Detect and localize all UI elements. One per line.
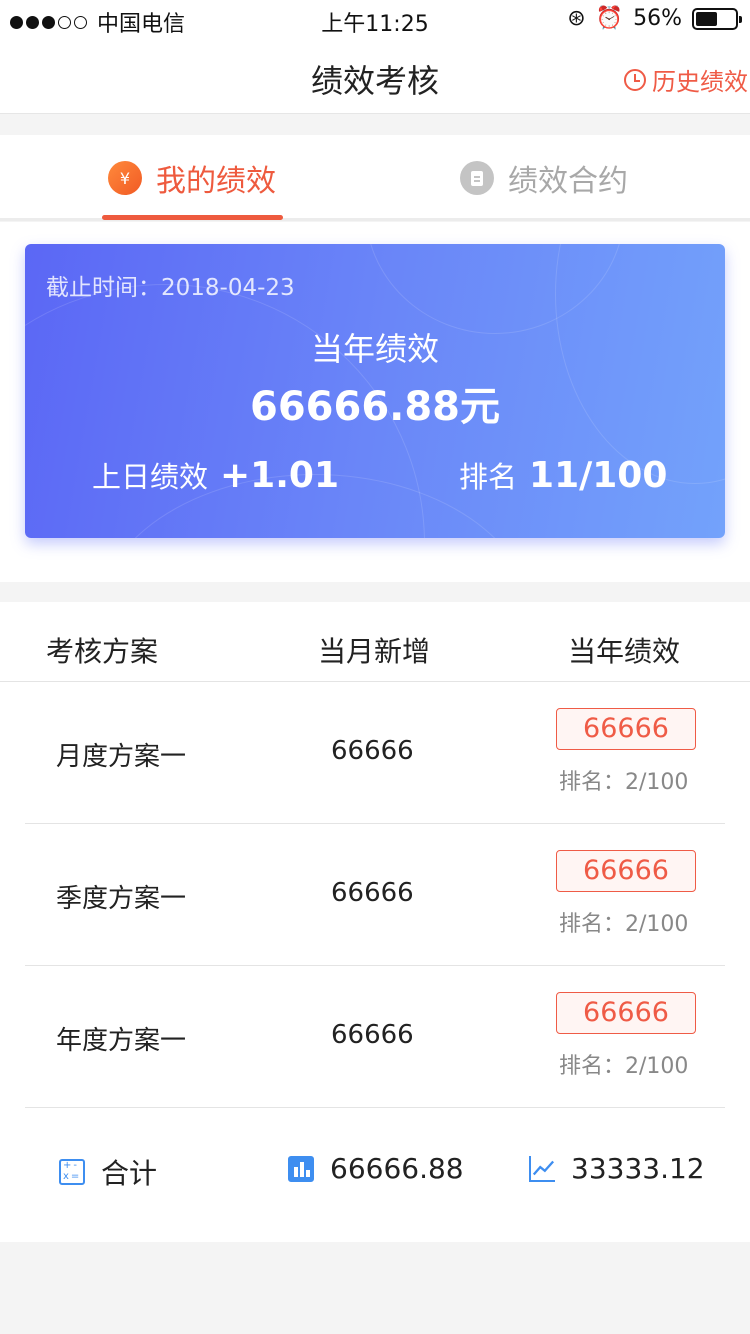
plan-name: 年度方案一 <box>56 1026 187 1056</box>
tab-performance-contract[interactable]: 绩效合约 <box>460 135 628 221</box>
yesterday-performance: 上日绩效 +1.01 <box>92 454 339 496</box>
total-month-cell: 66666.88 <box>288 1152 464 1185</box>
year-performance-label: 当年绩效 <box>310 330 439 368</box>
total-year-cell: 33333.12 <box>529 1152 705 1185</box>
yen-icon: ¥ <box>108 161 142 195</box>
deadline-text: 截止时间：2018-04-23 <box>46 275 295 301</box>
battery-icon <box>692 7 742 30</box>
card-section: 截止时间：2018-04-23 当年绩效 66666.88元 上日绩效 +1.0… <box>0 222 750 582</box>
ranking-label: 排名 <box>459 460 518 494</box>
table-row[interactable]: 年度方案一 66666 66666 排名：2/100 <box>25 966 725 1108</box>
status-right: ⊛ ⏰ 56% <box>567 6 742 31</box>
month-new-value: 66666 <box>331 878 414 908</box>
assessment-table: 考核方案 当月新增 当年绩效 月度方案一 66666 66666 排名：2/10… <box>0 602 750 1242</box>
tab-my-performance[interactable]: ¥ 我的绩效 <box>108 135 276 221</box>
ranking-value: 11/100 <box>529 455 668 496</box>
history-performance-label: 历史绩效 <box>652 68 748 96</box>
alarm-icon: ⏰ <box>595 6 624 31</box>
total-row: 合计 66666.88 33333.12 <box>25 1108 725 1234</box>
total-label-cell: 合计 <box>59 1152 157 1192</box>
tab-performance-contract-label: 绩效合约 <box>508 164 628 199</box>
year-performance-badge: 66666 <box>556 850 696 892</box>
active-tab-indicator <box>102 215 283 220</box>
plan-rank: 排名：2/100 <box>559 770 689 795</box>
line-chart-icon <box>529 1155 555 1182</box>
yesterday-performance-label: 上日绩效 <box>92 460 209 494</box>
calculator-icon <box>59 1159 85 1185</box>
plan-rank: 排名：2/100 <box>559 1054 689 1079</box>
column-header-month-new: 当月新增 <box>318 635 431 668</box>
plan-name: 月度方案一 <box>56 742 187 772</box>
battery-level <box>696 11 718 26</box>
table-header: 考核方案 当月新增 当年绩效 <box>0 602 750 682</box>
year-performance-badge: 66666 <box>556 708 696 750</box>
ranking: 排名 11/100 <box>459 454 667 496</box>
table-row[interactable]: 季度方案一 66666 66666 排名：2/100 <box>25 824 725 966</box>
month-new-value: 66666 <box>331 736 414 766</box>
battery-percent: 56% <box>633 6 682 31</box>
yesterday-performance-value: +1.01 <box>220 455 340 496</box>
column-header-plan: 考核方案 <box>46 635 159 668</box>
navigation-bar: 绩效考核 历史绩效 <box>0 40 750 114</box>
year-performance-badge: 66666 <box>556 992 696 1034</box>
table-row[interactable]: 月度方案一 66666 66666 排名：2/100 <box>25 682 725 824</box>
plan-rank: 排名：2/100 <box>559 912 689 937</box>
plan-name: 季度方案一 <box>56 884 187 914</box>
bar-chart-icon <box>288 1155 314 1182</box>
status-bar: 中国电信 上午11:25 ⊛ ⏰ 56% <box>0 0 750 40</box>
column-header-year-performance: 当年绩效 <box>568 635 681 668</box>
total-year-value: 33333.12 <box>571 1152 705 1185</box>
clock-icon <box>624 68 646 91</box>
total-label: 合计 <box>101 1157 158 1190</box>
total-month-value: 66666.88 <box>330 1152 464 1185</box>
tab-bar: ¥ 我的绩效 绩效合约 <box>0 135 750 221</box>
tab-my-performance-label: 我的绩效 <box>156 164 276 199</box>
document-icon <box>460 161 494 195</box>
history-performance-button[interactable]: 历史绩效 <box>624 62 748 97</box>
performance-summary-card: 截止时间：2018-04-23 当年绩效 66666.88元 上日绩效 +1.0… <box>25 244 725 538</box>
month-new-value: 66666 <box>331 1020 414 1050</box>
year-performance-value: 66666.88元 <box>249 384 501 430</box>
rotation-lock-icon: ⊛ <box>567 6 586 31</box>
